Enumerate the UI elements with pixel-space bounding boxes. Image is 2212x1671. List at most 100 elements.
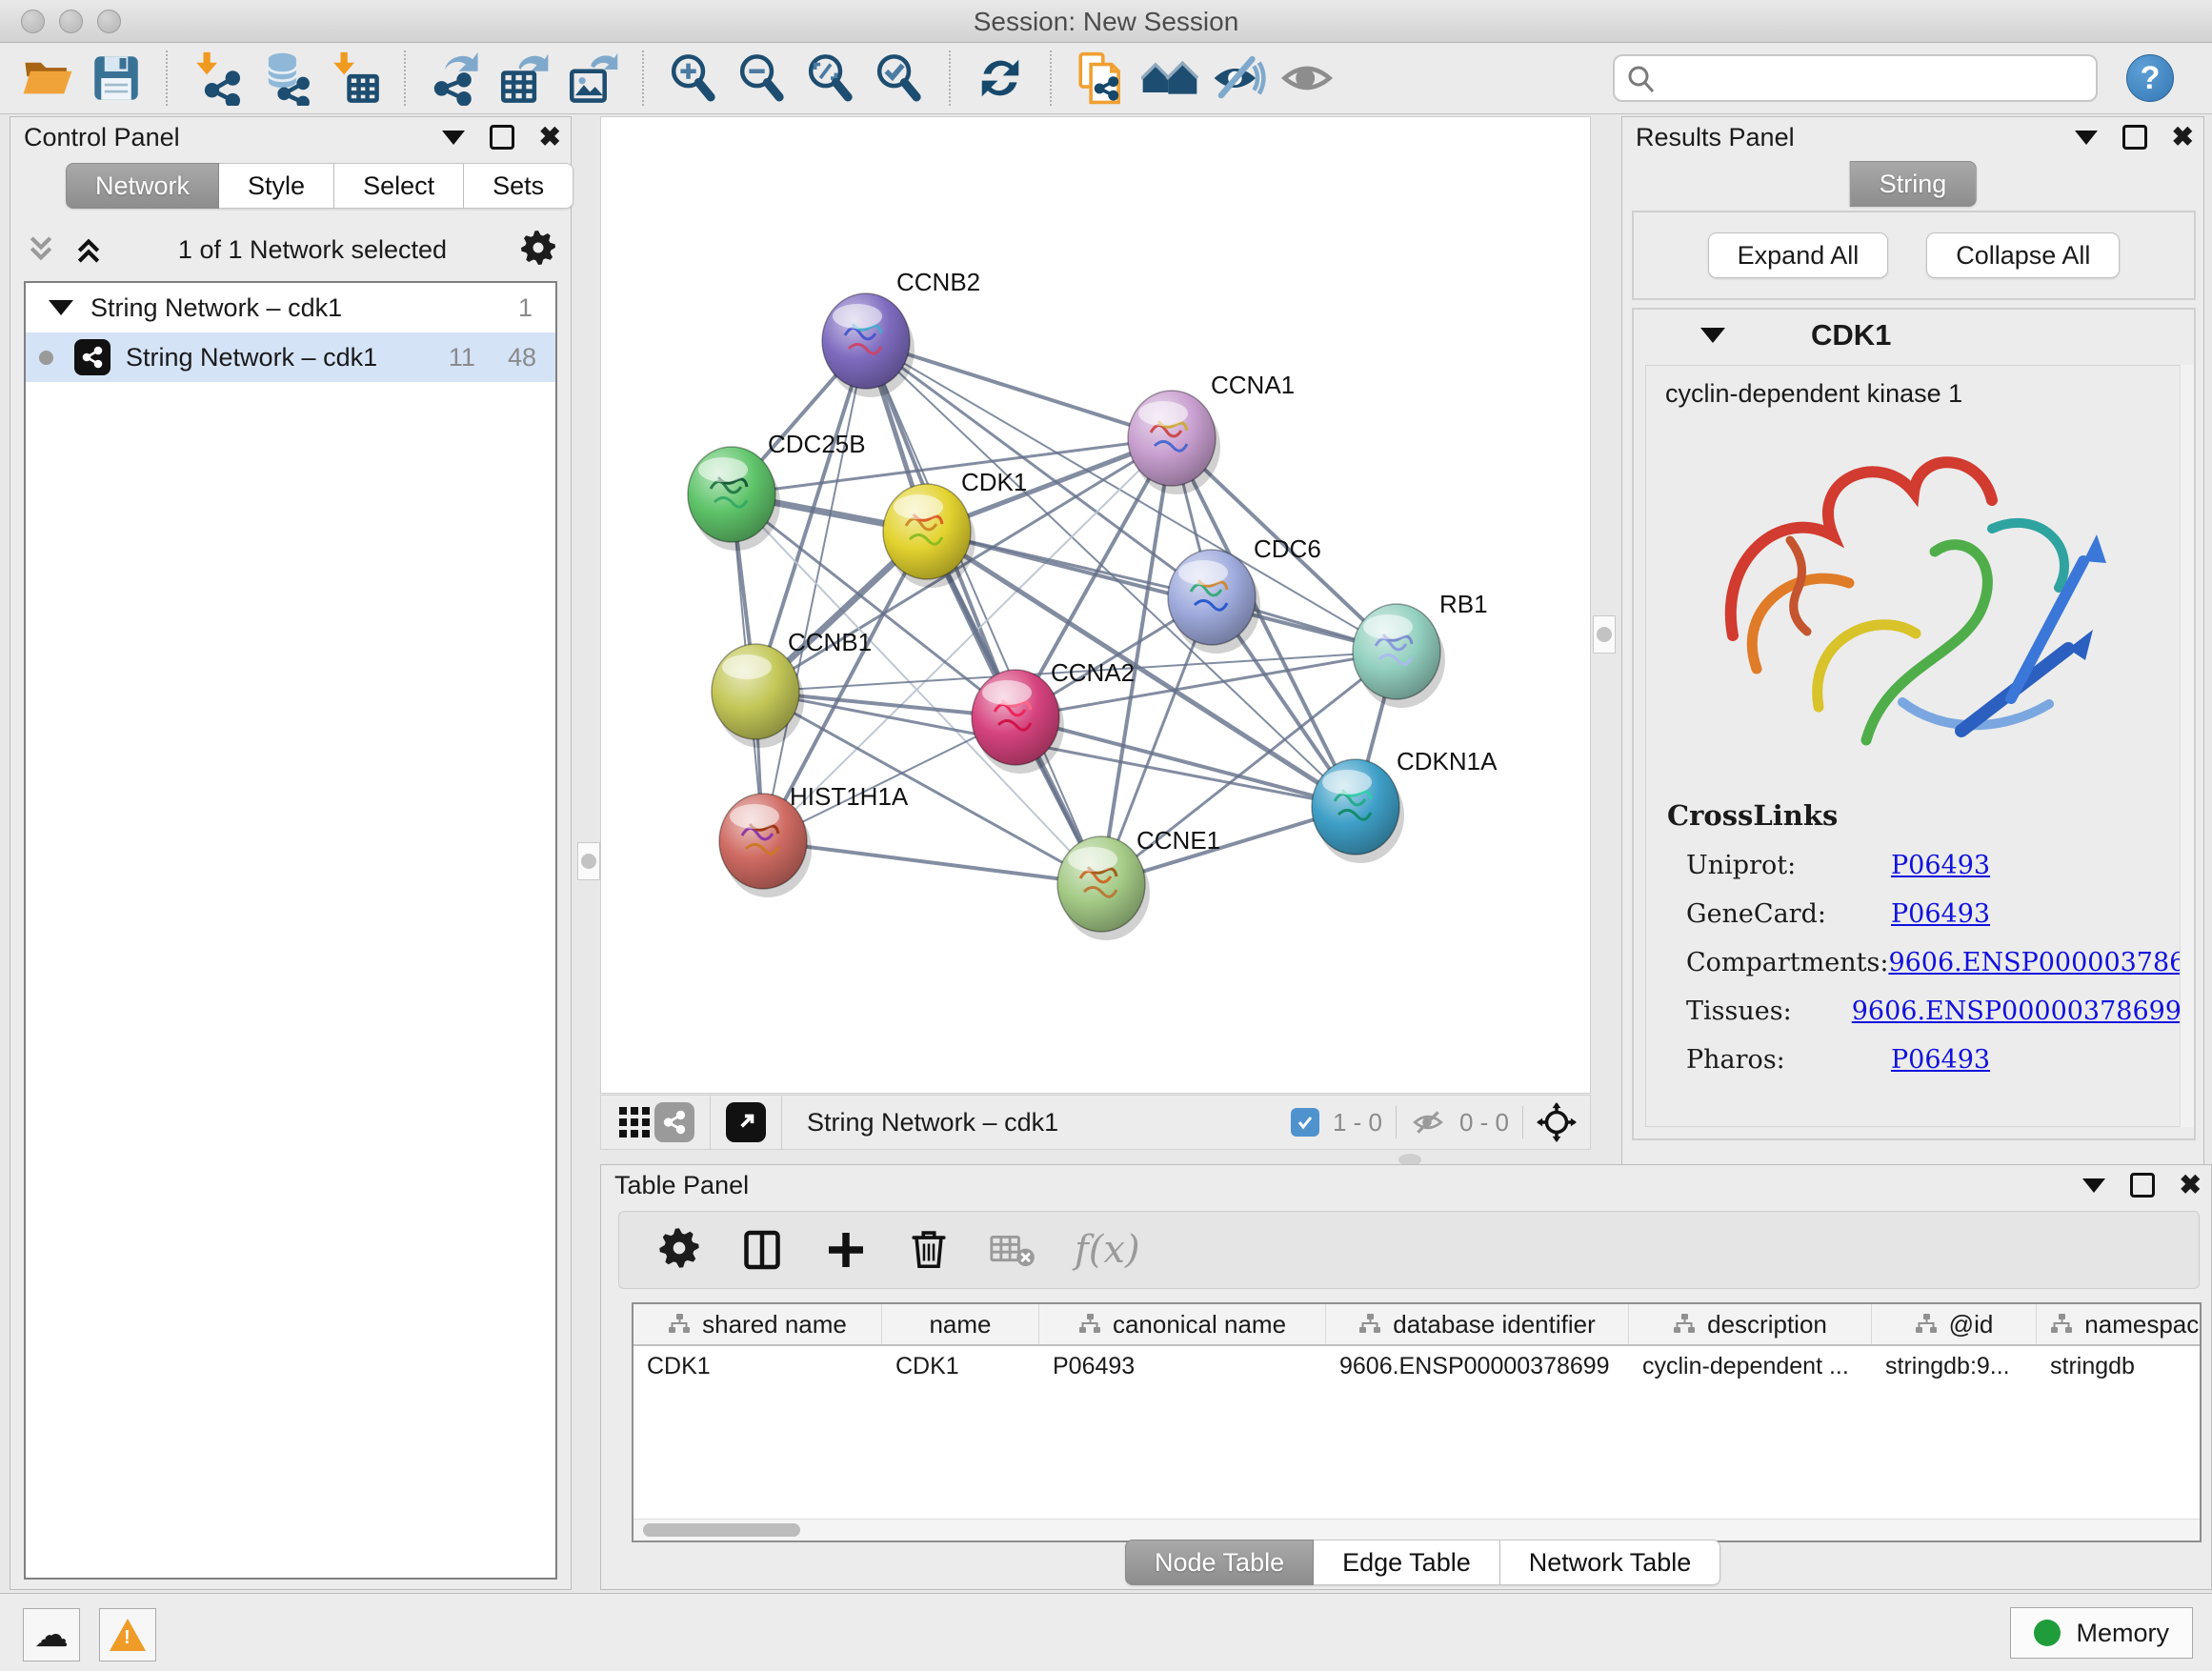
crosslinks-title: CrossLinks (1667, 799, 2182, 832)
zoom-in-button[interactable] (665, 50, 722, 107)
birdseye-navigator-icon[interactable] (1537, 1102, 1577, 1142)
delete-column-icon[interactable] (907, 1227, 951, 1273)
node-label-CDK1: CDK1 (961, 468, 1027, 496)
panel-float-icon[interactable] (490, 125, 514, 150)
scrollbar-thumb[interactable] (643, 1523, 800, 1537)
crosslink-link[interactable]: 9606.ENSP00000378699 (1852, 997, 2182, 1026)
column-header-name[interactable]: name (882, 1304, 1039, 1344)
column-header-description[interactable]: description (1629, 1304, 1872, 1344)
export-image-button[interactable] (564, 50, 621, 107)
table-row[interactable]: CDK1CDK1P064939606.ENSP00000378699cyclin… (633, 1346, 2200, 1386)
show-columns-icon[interactable] (739, 1227, 785, 1273)
column-hierarchy-icon (2050, 1314, 2073, 1335)
panel-close-icon[interactable]: ✖ (2180, 1176, 2202, 1195)
panel-close-icon[interactable]: ✖ (2172, 128, 2194, 147)
window-title: Session: New Session (0, 7, 2212, 37)
first-neighbors-button[interactable] (1141, 50, 1198, 107)
hide-selected-button[interactable] (1210, 50, 1267, 107)
right-splitter-handle[interactable] (1593, 615, 1616, 654)
panel-close-icon[interactable]: ✖ (539, 128, 561, 147)
network-node-CCNE1[interactable]: CCNE1 (1057, 826, 1220, 940)
column-header-namespace[interactable]: namespace (2037, 1304, 2202, 1344)
refresh-layout-button[interactable] (972, 50, 1029, 107)
network-canvas[interactable]: CCNB2CCNA1CDC25BCDK1CDC6RB1CCNB1CCNA2CDK… (600, 116, 1591, 1094)
tab-style[interactable]: Style (219, 163, 334, 209)
help-button[interactable]: ? (2126, 54, 2174, 102)
expand-all-icon[interactable] (71, 233, 106, 266)
memory-button[interactable]: Memory (2010, 1607, 2193, 1659)
collapse-all-icon[interactable] (24, 233, 58, 266)
network-options-gear-icon[interactable] (519, 229, 557, 272)
column-header-database-identifier[interactable]: database identifier (1326, 1304, 1629, 1344)
network-edge[interactable] (763, 841, 1101, 884)
zoom-fit-button[interactable] (802, 50, 859, 107)
create-column-icon[interactable] (823, 1227, 869, 1273)
external-link-icon (734, 1110, 758, 1135)
column-header-shared-name[interactable]: shared name (633, 1304, 882, 1344)
network-node-CDK1[interactable]: CDK1 (883, 468, 1027, 588)
status-bar: ☁ ! Memory (0, 1593, 2212, 1671)
crosslink-link[interactable]: P06493 (1891, 851, 1990, 880)
network-node-CDC25B[interactable]: CDC25B (688, 430, 866, 551)
tree-expander-icon[interactable] (49, 300, 73, 315)
import-network-from-database-button[interactable] (257, 50, 314, 107)
node-table: shared namenamecanonical namedatabase id… (632, 1302, 2202, 1542)
table-horizontal-scrollbar[interactable] (633, 1519, 2200, 1540)
table-cell: CDK1 (882, 1346, 1039, 1386)
network-edge[interactable] (927, 532, 1397, 652)
detach-view-button[interactable] (726, 1102, 766, 1142)
section-expander-icon[interactable] (1700, 328, 1725, 343)
network-edge[interactable] (763, 341, 866, 841)
network-view-button[interactable] (654, 1102, 694, 1142)
protein-section-header[interactable]: CDK1 (1634, 310, 2194, 361)
export-table-button[interactable] (495, 50, 553, 107)
expand-all-button[interactable]: Expand All (1708, 232, 1889, 278)
network-collection-row[interactable]: String Network – cdk1 1 (26, 283, 555, 332)
open-session-button[interactable] (19, 50, 76, 107)
panel-float-icon[interactable] (2130, 1173, 2155, 1198)
zoom-selected-button[interactable] (871, 50, 928, 107)
cloud-button[interactable]: ☁ (23, 1608, 80, 1661)
results-button-box: Expand All Collapse All (1632, 211, 2196, 300)
panel-float-icon[interactable] (2122, 125, 2147, 150)
crosslink-link[interactable]: P06493 (1891, 1045, 1990, 1075)
tab-edge-table[interactable]: Edge Table (1314, 1540, 1500, 1585)
column-header-@id[interactable]: @id (1872, 1304, 2037, 1344)
network-node-CCNB2[interactable]: CCNB2 (822, 268, 980, 397)
panel-collapse-icon[interactable] (2082, 1178, 2105, 1193)
import-network-from-file-button[interactable] (189, 50, 246, 107)
show-all-button[interactable] (1278, 50, 1336, 107)
import-table-from-file-button[interactable] (326, 50, 383, 107)
crosslink-link[interactable]: 9606.ENSP00000378699 (1888, 948, 2182, 977)
left-splitter-handle[interactable] (577, 842, 600, 880)
new-network-from-selection-button[interactable] (1073, 50, 1130, 107)
crosslink-link[interactable]: P06493 (1891, 899, 1990, 929)
save-session-button[interactable] (88, 50, 145, 107)
tab-string[interactable]: String (1850, 161, 1977, 207)
table-options-gear-icon[interactable] (657, 1226, 701, 1275)
search-input[interactable] (1664, 58, 2087, 96)
network-node-CCNB1[interactable]: CCNB1 (712, 628, 872, 748)
selected-checkbox[interactable] (1291, 1108, 1319, 1137)
toolbar-separator (781, 1096, 782, 1149)
grid-view-button[interactable] (614, 1102, 654, 1142)
tab-sets[interactable]: Sets (464, 163, 573, 209)
network-node-HIST1H1A[interactable]: HIST1H1A (719, 782, 909, 897)
zoom-out-button[interactable] (734, 50, 791, 107)
network-node-CDKN1A[interactable]: CDKN1A (1312, 747, 1498, 863)
panel-collapse-icon[interactable] (442, 131, 465, 145)
panel-collapse-icon[interactable] (2075, 131, 2098, 145)
tab-network-table[interactable]: Network Table (1500, 1540, 1721, 1585)
tab-select[interactable]: Select (334, 163, 464, 209)
tab-network[interactable]: Network (66, 163, 219, 209)
houses-icon (1141, 50, 1198, 106)
network-node-CCNA2[interactable]: CCNA2 (972, 658, 1135, 774)
export-network-button[interactable] (427, 50, 484, 107)
network-node-RB1[interactable]: RB1 (1353, 590, 1488, 708)
warnings-button[interactable]: ! (99, 1608, 156, 1661)
column-header-canonical-name[interactable]: canonical name (1039, 1304, 1326, 1344)
collapse-all-button[interactable]: Collapse All (1926, 232, 2120, 278)
tab-node-table[interactable]: Node Table (1125, 1540, 1314, 1585)
network-row-selected[interactable]: String Network – cdk1 11 48 (26, 332, 555, 382)
results-scrollbar[interactable] (2180, 365, 2194, 1127)
